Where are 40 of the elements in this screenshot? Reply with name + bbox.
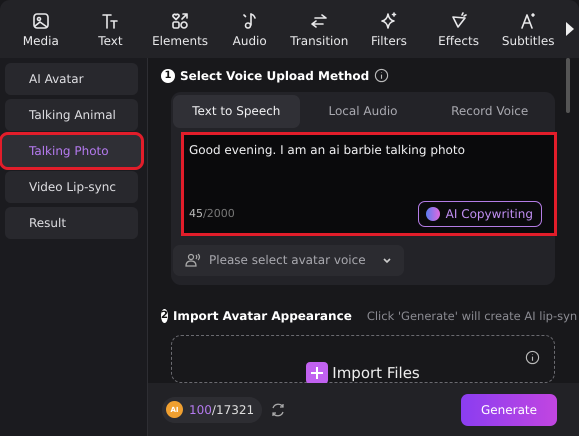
tab[interactable]: Record Voice bbox=[426, 94, 554, 128]
refresh-icon[interactable] bbox=[270, 402, 286, 418]
sidebar-item[interactable]: Result bbox=[5, 207, 138, 239]
sidebar-item[interactable]: AI Avatar bbox=[5, 63, 138, 95]
image-icon bbox=[30, 10, 51, 30]
voice-person-icon bbox=[185, 253, 201, 268]
gradient-orb-icon bbox=[424, 206, 441, 222]
toolbar-button[interactable]: Transition bbox=[284, 10, 354, 48]
toolbar-button[interactable]: Subtitles bbox=[493, 10, 563, 48]
ai-copywriting-button[interactable]: AI Copywriting bbox=[418, 200, 542, 227]
credits-count: 100/17321 bbox=[189, 402, 254, 416]
toolbar-button[interactable]: Effects bbox=[424, 10, 494, 48]
toolbar-button[interactable]: Audio bbox=[214, 10, 284, 48]
character-count: 45/2000 bbox=[189, 207, 235, 220]
plus-icon bbox=[306, 362, 328, 383]
input-text: Good evening. I am an ai barbie talking photo bbox=[189, 142, 466, 157]
hint-text: Click 'Generate' will create AI lip-syn bbox=[366, 308, 578, 323]
sidebar-item[interactable]: Talking Photo bbox=[2, 135, 141, 167]
sidebar-item[interactable]: Talking Animal bbox=[5, 99, 138, 131]
generate-button[interactable]: Generate bbox=[461, 394, 557, 426]
import-files-button[interactable]: Import Files bbox=[306, 362, 420, 383]
info-icon[interactable] bbox=[525, 350, 540, 366]
step-number: 1 bbox=[161, 68, 175, 83]
section-title: Import Avatar Appearance bbox=[172, 308, 352, 323]
section-title: Select Voice Upload Method bbox=[180, 68, 370, 83]
text-input-field[interactable]: Good evening. I am an ai barbie talking photo 45/2000 AI Copywriting bbox=[181, 132, 557, 236]
step-number: 2 bbox=[161, 308, 168, 323]
toolbar-button[interactable]: Text bbox=[76, 10, 146, 48]
toolbar-button[interactable]: Elements bbox=[145, 10, 215, 48]
info-icon[interactable] bbox=[374, 68, 390, 84]
scroll-right-icon[interactable] bbox=[565, 21, 575, 37]
scrollbar[interactable] bbox=[566, 58, 570, 113]
sparkle-icon bbox=[378, 10, 399, 30]
toolbar-button[interactable]: Media bbox=[6, 10, 76, 48]
tab[interactable]: Local Audio bbox=[300, 94, 426, 128]
voice-select[interactable]: Please select avatar voice bbox=[173, 244, 404, 276]
toolbar-button[interactable]: Filters bbox=[354, 10, 424, 48]
tab[interactable]: Text to Speech bbox=[173, 94, 300, 128]
shapes-icon bbox=[170, 10, 190, 30]
sidebar-item[interactable]: Video Lip-sync bbox=[5, 171, 138, 203]
